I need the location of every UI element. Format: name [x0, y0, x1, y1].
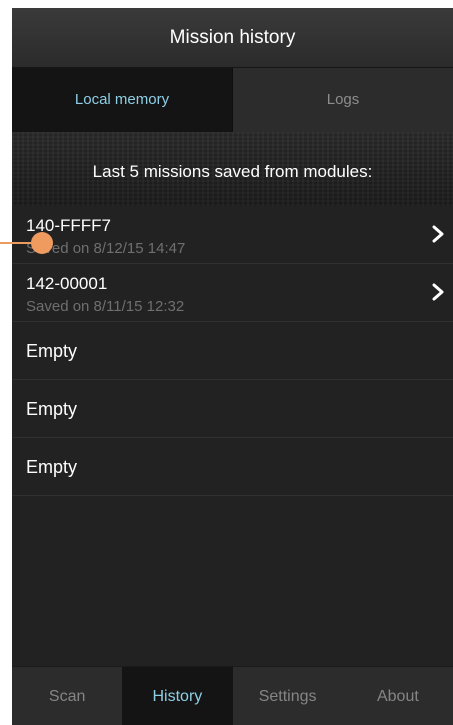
- nav-scan[interactable]: Scan: [12, 667, 122, 725]
- mission-saved-date: Saved on 8/11/15 12:32: [26, 298, 185, 315]
- mission-list: 140-FFFF7 Saved on 8/12/15 14:47 142-000…: [12, 206, 453, 496]
- empty-slot-label: Empty: [26, 457, 78, 477]
- nav-about[interactable]: About: [343, 667, 453, 725]
- tab-bar: Local memory Logs: [12, 68, 453, 132]
- annotation-dot: [31, 232, 53, 254]
- chevron-right-icon: [432, 283, 444, 301]
- banner-text: Last 5 missions saved from modules:: [92, 162, 373, 181]
- mission-row[interactable]: 140-FFFF7 Saved on 8/12/15 14:47: [12, 206, 453, 264]
- tab-local-memory[interactable]: Local memory: [12, 68, 233, 132]
- empty-slot-label: Empty: [26, 399, 78, 419]
- empty-slot-row: Empty: [12, 438, 453, 496]
- nav-settings[interactable]: Settings: [233, 667, 343, 725]
- empty-slot-row: Empty: [12, 380, 453, 438]
- mission-history-screen: Mission history Local memory Logs Last 5…: [12, 8, 453, 725]
- tab-logs[interactable]: Logs: [233, 68, 453, 132]
- annotation-line: [0, 242, 34, 244]
- empty-slot-label: Empty: [26, 341, 78, 361]
- missions-banner: Last 5 missions saved from modules:: [12, 132, 453, 206]
- mission-id: 142-00001: [26, 274, 108, 293]
- page-title: Mission history: [12, 8, 453, 68]
- chevron-right-icon: [432, 225, 444, 243]
- bottom-nav: Scan History Settings About: [12, 666, 453, 725]
- empty-slot-row: Empty: [12, 322, 453, 380]
- mission-row[interactable]: 142-00001 Saved on 8/11/15 12:32: [12, 264, 453, 322]
- nav-history[interactable]: History: [122, 667, 233, 725]
